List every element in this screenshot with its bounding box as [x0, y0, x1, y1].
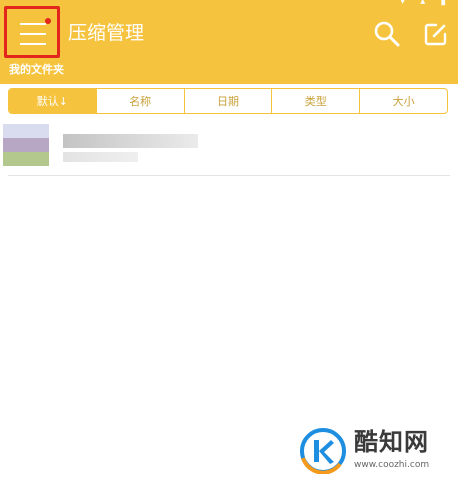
page-title: 压缩管理 [68, 22, 145, 44]
status-bar: ▾ ▴ ▮ [0, 0, 458, 7]
search-icon [374, 21, 400, 47]
menu-button[interactable] [4, 6, 60, 58]
app-header: ▾ ▴ ▮ 压缩管理 我的文件夹 [0, 0, 458, 84]
sort-bar: 默认↓ 名称 日期 类型 大小 [0, 84, 458, 120]
file-meta-blurred [63, 152, 138, 162]
status-icons: ▾ ▴ ▮ [400, 0, 452, 7]
sort-tab-name[interactable]: 名称 [95, 89, 184, 113]
sort-tab-default[interactable]: 默认↓ [9, 89, 96, 113]
divider [8, 175, 450, 176]
hamburger-menu-icon [20, 23, 46, 45]
file-name-blurred [63, 134, 198, 148]
watermark-url: www.coozhi.com [354, 460, 430, 470]
edit-button[interactable] [423, 21, 449, 47]
sort-tab-size[interactable]: 大小 [359, 89, 447, 113]
file-thumbnail [3, 124, 49, 168]
list-item[interactable] [0, 122, 458, 176]
coozhi-logo-icon [300, 428, 346, 474]
watermark-name: 酷知网 [354, 428, 429, 456]
breadcrumb[interactable]: 我的文件夹 [9, 63, 64, 77]
watermark: 酷知网 www.coozhi.com [300, 428, 450, 476]
notification-dot [45, 18, 51, 24]
sort-tabs: 默认↓ 名称 日期 类型 大小 [8, 88, 448, 114]
search-button[interactable] [373, 20, 401, 48]
sort-tab-date[interactable]: 日期 [183, 89, 272, 113]
sort-tab-type[interactable]: 类型 [271, 89, 359, 113]
edit-icon [424, 23, 447, 46]
